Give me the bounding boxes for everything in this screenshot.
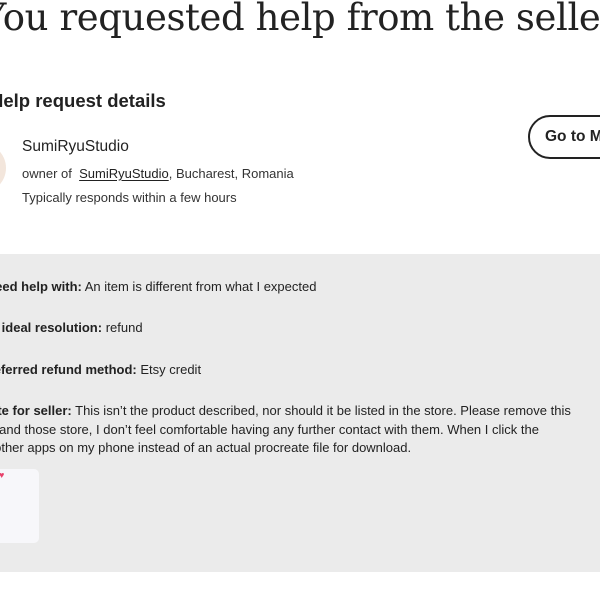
seller-name: SumiRyuStudio [22, 138, 129, 155]
heart-icon: ♥ [0, 470, 5, 480]
refund-method-row: Preferred refund method: Etsy credit [0, 362, 201, 377]
resolution-label: My ideal resolution: [0, 320, 103, 335]
seller-note-line: Note for seller: This isn’t the product … [0, 403, 571, 418]
resolution-value: refund [105, 320, 143, 335]
go-to-messages-button[interactable]: Go to Messages [528, 115, 600, 159]
seller-avatar[interactable] [0, 143, 6, 193]
help-with-row: I need help with: An item is different f… [0, 279, 316, 294]
help-with-value: An item is different from what I expecte… [84, 279, 317, 294]
note-text-3: s other apps on my phone instead of an a… [0, 440, 412, 455]
attachment-thumbnail[interactable]: ♥ [0, 469, 39, 543]
seller-owner-info: owner of SumiRyuStudio, Bucharest, Roman… [22, 166, 294, 181]
note-text-2: or and those store, I don’t feel comfort… [0, 422, 539, 437]
seller-location: , Bucharest, Romania [168, 166, 294, 181]
section-heading: Help request details [0, 90, 166, 111]
note-text-1: This isn’t the product described, nor sh… [75, 403, 571, 418]
refund-method-label: Preferred refund method: [0, 362, 137, 377]
help-with-label: I need help with: [0, 279, 82, 294]
help-request-page: You requested help from the seller Help … [0, 0, 600, 600]
owner-prefix: owner of [22, 166, 72, 181]
note-label: Note for seller: [0, 403, 72, 418]
bottom-area [0, 572, 600, 600]
page-title: You requested help from the seller [0, 0, 600, 39]
shop-link[interactable]: SumiRyuStudio [79, 166, 169, 181]
response-time: Typically responds within a few hours [22, 190, 237, 205]
refund-method-value: Etsy credit [140, 362, 202, 377]
resolution-row: My ideal resolution: refund [0, 320, 143, 335]
